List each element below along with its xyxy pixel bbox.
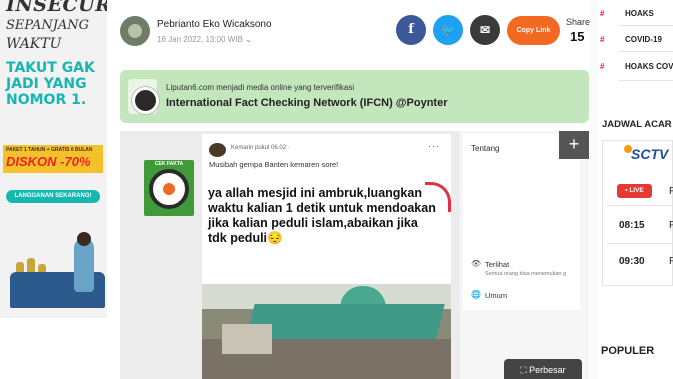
stamp-ring-icon — [149, 169, 189, 209]
twitter-share-button[interactable]: 🐦 — [433, 15, 463, 45]
copy-link-button[interactable]: Copy Link — [507, 16, 560, 45]
publish-date-text: 16 Jan 2022, 13:00 WIB — [157, 35, 243, 44]
share-count: 15 — [570, 29, 585, 44]
email-share-button[interactable]: ✉ — [470, 15, 500, 45]
hashtag-icon: # — [600, 9, 605, 18]
schedule-heading: JADWAL ACAR — [602, 119, 672, 130]
person-head-illustration — [77, 232, 91, 246]
column-divider — [590, 0, 597, 379]
post-info-card: Tentang 👁 Terlihat Semua orang bisa mene… — [463, 134, 580, 310]
ad-promo-small: PAKET 1 TAHUN + GRATIS 6 BULAN — [6, 147, 93, 153]
stamp-label: CEK FAKTA — [154, 161, 184, 167]
tentang-label: Tentang — [471, 144, 500, 153]
ad-headline-line3: WAKTU — [6, 36, 62, 52]
ad-promo-box: PAKET 1 TAHUN + GRATIS 6 BULAN DISKON -7… — [3, 145, 103, 173]
ad-discount: DISKON -70% — [6, 154, 91, 169]
author-name[interactable]: Pebrianto Eko Wicaksono — [157, 19, 272, 30]
live-program-title[interactable]: F — [669, 186, 673, 197]
tag-link-hoaks[interactable]: HOAKS — [625, 9, 654, 18]
terlihat-label: Terlihat — [485, 260, 510, 269]
red-arrow-annotation — [425, 182, 451, 212]
divider — [607, 243, 673, 244]
sctv-logo: SCTV — [631, 146, 669, 162]
schedule-time: 08:15 — [619, 220, 645, 231]
ifcn-title: International Fact Checking Network (IFC… — [166, 97, 448, 109]
ad-subscribe-button[interactable]: LANGGANAN SEKARANG! — [6, 190, 100, 203]
semua-label: Semua orang bisa menemukan g — [485, 271, 567, 277]
plus-icon[interactable]: + — [559, 131, 589, 159]
schedule-time: 09:30 — [619, 256, 645, 267]
hashtag-icon: # — [600, 62, 605, 71]
facebook-post-screenshot: Kemarin pukul 06.02 · ··· Musibah gempa … — [202, 134, 451, 379]
eye-icon: 👁 — [471, 259, 482, 268]
facebook-icon: f — [408, 22, 414, 37]
author-avatar[interactable] — [120, 16, 150, 46]
facebook-share-button[interactable]: f — [396, 15, 426, 45]
post-quote-text: ya allah mesjid ini ambruk,luangkan wakt… — [208, 186, 436, 245]
ad-headline-line1: INSECURE — [6, 0, 107, 16]
photo-roof — [245, 304, 445, 342]
publish-date: 16 Jan 2022, 13:00 WIB ⌄ — [157, 35, 252, 44]
divider — [607, 205, 673, 206]
share-label: Share — [566, 17, 591, 27]
schedule-program-title[interactable]: F — [669, 256, 673, 267]
twitter-icon: 🐦 — [440, 23, 456, 37]
tag-link-covid[interactable]: COVID-19 — [625, 35, 662, 44]
globe-icon: 🌐 — [471, 290, 481, 299]
tag-link-hoaks-covid[interactable]: HOAKS COV — [625, 62, 673, 71]
more-options-icon: ··· — [428, 141, 440, 151]
post-time: Kemarin pukul 06.02 · — [231, 145, 290, 151]
chevron-down-icon[interactable]: ⌄ — [245, 35, 252, 44]
cek-fakta-stamp: CEK FAKTA — [144, 160, 194, 216]
post-caption: Musibah gempa Banten kemaren sore! — [209, 160, 339, 169]
email-icon: ✉ — [479, 23, 491, 37]
ad-slogan: TAKUT GAK JADI YANG NOMOR 1. — [6, 60, 95, 108]
divider — [619, 25, 673, 26]
collapsed-mosque-photo — [202, 284, 451, 379]
subscription-ad-banner[interactable]: INSECURE SEPANJANG WAKTU TAKUT GAK JADI … — [0, 0, 107, 318]
hashtag-icon: # — [600, 35, 605, 44]
umum-label: Umum — [485, 291, 508, 300]
poster-avatar — [209, 143, 226, 157]
person-illustration — [74, 238, 94, 292]
ifcn-badge-icon — [128, 79, 159, 114]
channel-tab-sctv[interactable]: SCTV — [602, 140, 673, 176]
post-side-panel: Tentang 👁 Terlihat Semua orang bisa mene… — [460, 131, 589, 379]
ifcn-subtitle: Liputan6.com menjadi media online yang t… — [166, 83, 355, 92]
ad-headline-line2: SEPANJANG — [6, 18, 90, 33]
popular-heading: POPULER — [601, 345, 655, 357]
divider — [619, 80, 673, 81]
ifcn-verification-banner[interactable]: Liputan6.com menjadi media online yang t… — [120, 70, 589, 123]
schedule-program-title[interactable]: F — [669, 220, 673, 231]
article-image[interactable]: CEK FAKTA Kemarin pukul 06.02 · ··· Musi… — [120, 131, 589, 379]
right-sidebar: # HOAKS # COVID-19 # HOAKS COV JADWAL AC… — [597, 0, 673, 379]
divider — [619, 51, 673, 52]
photo-wall — [222, 324, 272, 354]
enlarge-button[interactable]: ⛶ Perbesar — [504, 359, 582, 379]
live-badge[interactable]: • LIVE — [617, 184, 652, 198]
